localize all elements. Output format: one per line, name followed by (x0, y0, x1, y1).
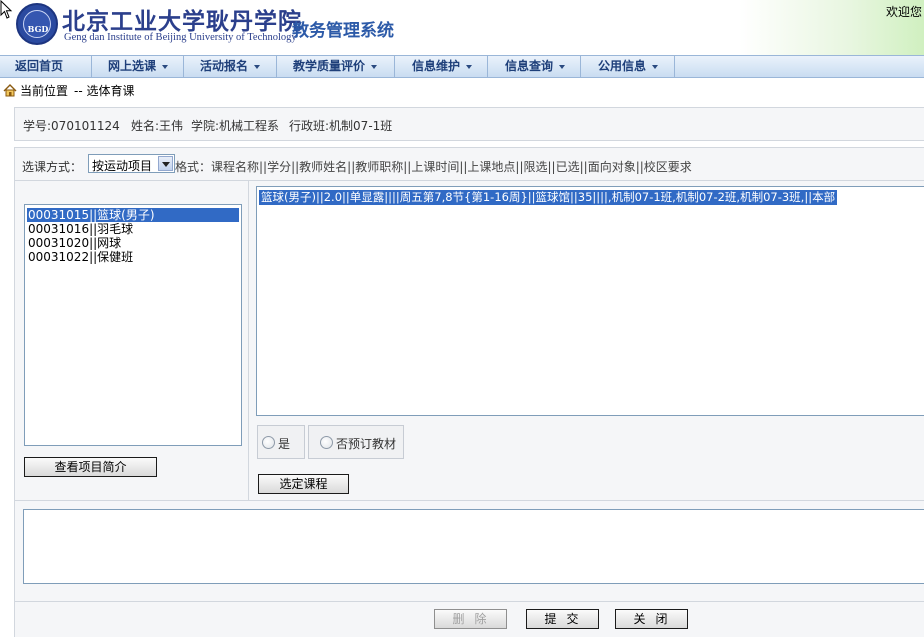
school-name-english: Geng dan Institute of Beijing University… (64, 32, 297, 43)
list-item[interactable]: 00031015||篮球(男子) (27, 208, 239, 222)
breadcrumb-label: 当前位置 (20, 84, 69, 98)
student-college: 学院:机械工程系 (191, 119, 280, 133)
student-class: 行政班:机制07-1班 (289, 119, 393, 133)
course-panel: 篮球(男子)||2.0||单显露||||周五第7,8节{第1-16周}||篮球馆… (249, 180, 924, 500)
textbook-no-option[interactable]: 否预订教材 (308, 425, 404, 459)
nav-public-info[interactable]: 公用信息 (581, 56, 675, 77)
breadcrumb-path: -- 选体育课 (74, 84, 135, 98)
project-listbox[interactable]: 00031015||篮球(男子) 00031016||羽毛球 00031020|… (24, 204, 242, 446)
list-item[interactable]: 00031020||网球 (27, 236, 121, 250)
student-id: 学号:070101124 (23, 119, 120, 133)
list-item[interactable]: 00031016||羽毛球 (27, 222, 133, 236)
textbook-yes-option[interactable]: 是 (257, 425, 305, 459)
school-seal-logo: BGD (16, 3, 58, 45)
course-listbox[interactable]: 篮球(男子)||2.0||单显露||||周五第7,8节{第1-16周}||篮球馆… (256, 186, 924, 416)
nav-online-course-selection[interactable]: 网上选课 (92, 56, 184, 77)
mouse-cursor-icon (0, 0, 13, 19)
home-icon (3, 84, 17, 97)
school-name-chinese: 北京工业大学耿丹学院 (62, 8, 302, 35)
project-panel: 00031015||篮球(男子) 00031016||羽毛球 00031020|… (14, 180, 249, 500)
system-title: 教务管理系统 (292, 21, 394, 41)
chevron-down-icon (254, 64, 261, 69)
chevron-down-icon (371, 64, 378, 69)
main-nav: 返回首页 网上选课 活动报名 教学质量评价 信息维护 信息查询 公用信息 (0, 55, 924, 78)
nav-teaching-evaluation[interactable]: 教学质量评价 (277, 56, 395, 77)
selection-mode-label: 选课方式： (22, 160, 83, 174)
format-description: 格式：课程名称||学分||教师姓名||教师职称||上课时间||上课地点||限选|… (175, 160, 692, 174)
select-course-button[interactable]: 选定课程 (258, 474, 349, 494)
submit-button[interactable]: 提交 (526, 609, 599, 629)
dropdown-arrow-icon[interactable] (158, 156, 173, 171)
selection-mode-row: 选课方式： 按运动项目 格式：课程名称||学分||教师姓名||教师职称||上课时… (14, 147, 924, 180)
nav-info-maintenance[interactable]: 信息维护 (395, 56, 488, 77)
chevron-down-icon (466, 64, 473, 69)
radio-button[interactable] (320, 436, 333, 449)
page-header: BGD 北京工业大学耿丹学院 Geng dan Institute of Bei… (0, 0, 924, 55)
radio-button[interactable] (262, 436, 275, 449)
student-info-panel: 学号:070101124 姓名:王伟 学院:机械工程系 行政班:机制07-1班 (14, 107, 924, 141)
selection-mode-select[interactable]: 按运动项目 (88, 154, 175, 173)
nav-home[interactable]: 返回首页 (0, 56, 92, 77)
chevron-down-icon (559, 64, 566, 69)
welcome-text: 欢迎您 (886, 5, 923, 19)
divider (15, 601, 924, 602)
nav-activity-signup[interactable]: 活动报名 (184, 56, 277, 77)
nav-info-query[interactable]: 信息查询 (488, 56, 581, 77)
selected-courses-textarea[interactable] (23, 509, 924, 584)
chevron-down-icon (162, 64, 169, 69)
list-item[interactable]: 00031022||保健班 (27, 250, 133, 264)
close-button[interactable]: 关闭 (615, 609, 688, 629)
student-name: 姓名:王伟 (131, 119, 184, 133)
view-project-intro-button[interactable]: 查看项目简介 (24, 457, 157, 477)
list-item[interactable]: 篮球(男子)||2.0||单显露||||周五第7,8节{第1-16周}||篮球馆… (259, 190, 838, 205)
chevron-down-icon (652, 64, 659, 69)
delete-button[interactable]: 删除 (434, 609, 507, 629)
selected-courses-panel: 删除 提交 关闭 (14, 500, 924, 637)
